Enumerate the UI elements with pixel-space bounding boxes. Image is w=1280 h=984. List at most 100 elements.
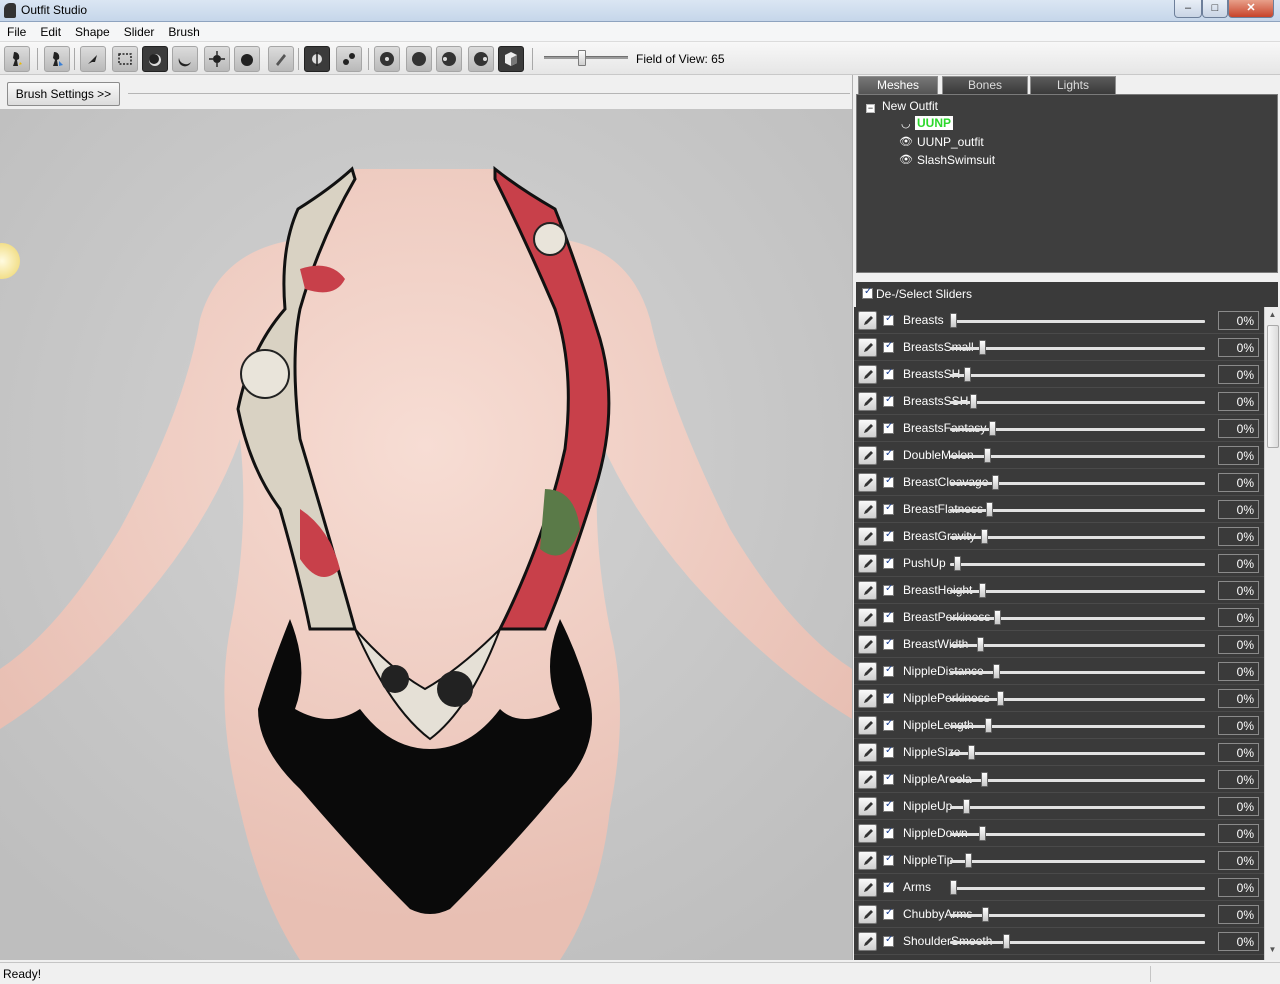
slider-track[interactable] [950,374,1205,377]
slider-thumb[interactable] [994,610,1001,625]
mesh-item-slashswimsuit[interactable]: SlashSwimsuit [917,153,995,167]
minimize-button[interactable]: – [1174,0,1202,18]
mesh-tree[interactable]: − New Outfit ◡ UUNP 👁 UUNP_outfit 👁 Slas… [856,94,1278,273]
move-brush-icon[interactable] [204,46,230,72]
slider-value-field[interactable]: 0% [1218,500,1259,519]
eye-icon[interactable]: 👁 [899,135,913,148]
slider-checkbox[interactable] [883,502,894,515]
slider-checkbox[interactable] [883,637,894,650]
edit-slider-icon[interactable] [858,446,877,465]
mesh-item-uunp[interactable]: UUNP [915,116,954,130]
slider-thumb[interactable] [981,529,988,544]
slider-value-field[interactable]: 0% [1218,419,1259,438]
slider-value-field[interactable]: 0% [1218,392,1259,411]
edit-slider-icon[interactable] [858,527,877,546]
slider-checkbox[interactable] [883,475,894,488]
slider-track[interactable] [950,590,1205,593]
menu-shape[interactable]: Shape [68,22,117,39]
slider-track[interactable] [950,860,1205,863]
slider-track[interactable] [950,887,1205,890]
slider-track[interactable] [950,671,1205,674]
slider-thumb[interactable] [954,556,961,571]
slider-thumb[interactable] [979,340,986,355]
edit-slider-icon[interactable] [858,311,877,330]
slider-thumb[interactable] [963,799,970,814]
slider-value-field[interactable]: 0% [1218,797,1259,816]
slider-track[interactable] [950,563,1205,566]
slider-value-field[interactable]: 0% [1218,311,1259,330]
scrollbar-thumb[interactable] [1267,325,1279,448]
slider-checkbox[interactable] [883,745,894,758]
slider-thumb[interactable] [979,583,986,598]
edit-slider-icon[interactable] [858,905,877,924]
edit-slider-icon[interactable] [858,635,877,654]
menu-slider[interactable]: Slider [117,22,162,39]
tab-bones[interactable]: Bones [942,76,1028,94]
smooth-brush-icon[interactable] [234,46,260,72]
slider-value-field[interactable]: 0% [1218,743,1259,762]
slider-value-field[interactable]: 0% [1218,878,1259,897]
select-brush-icon[interactable] [80,46,106,72]
slider-track[interactable] [950,806,1205,809]
close-button[interactable]: ✕ [1228,0,1274,18]
edit-slider-icon[interactable] [858,608,877,627]
slider-track[interactable] [950,320,1205,323]
slider-thumb[interactable] [968,745,975,760]
slider-thumb[interactable] [992,475,999,490]
scroll-up-icon[interactable]: ▲ [1267,310,1278,322]
slider-checkbox[interactable] [883,313,894,326]
slider-value-field[interactable]: 0% [1218,932,1259,951]
slider-track[interactable] [950,617,1205,620]
edit-slider-icon[interactable] [858,824,877,843]
slider-value-field[interactable]: 0% [1218,338,1259,357]
hidden-eye-icon[interactable]: ◡ [901,117,911,130]
tab-meshes[interactable]: Meshes [858,76,938,94]
slider-scrollbar[interactable]: ▲ ▼ [1264,307,1280,960]
inflate-brush-icon[interactable] [142,46,168,72]
x-mirror-icon[interactable] [304,46,330,72]
scroll-down-icon[interactable]: ▼ [1267,945,1278,957]
slider-track[interactable] [950,482,1205,485]
edit-slider-icon[interactable] [858,797,877,816]
slider-checkbox[interactable] [883,448,894,461]
left-view-icon[interactable] [436,46,462,72]
slider-value-field[interactable]: 0% [1218,527,1259,546]
slider-checkbox[interactable] [883,934,894,947]
slider-thumb[interactable] [977,637,984,652]
slider-value-field[interactable]: 0% [1218,581,1259,600]
slider-thumb[interactable] [986,502,993,517]
slider-thumb[interactable] [985,718,992,733]
edit-slider-icon[interactable] [858,581,877,600]
fov-slider-track[interactable] [544,56,628,59]
menu-file[interactable]: File [0,22,33,39]
brush-settings-button[interactable]: Brush Settings >> [7,82,120,106]
slider-track[interactable] [950,941,1205,944]
slider-checkbox[interactable] [883,340,894,353]
edit-slider-icon[interactable] [858,338,877,357]
menu-brush[interactable]: Brush [161,22,206,39]
slider-value-field[interactable]: 0% [1218,608,1259,627]
edit-slider-icon[interactable] [858,500,877,519]
slider-value-field[interactable]: 0% [1218,554,1259,573]
right-view-icon[interactable] [468,46,494,72]
slider-checkbox[interactable] [883,718,894,731]
slider-track[interactable] [950,833,1205,836]
paint-weight-icon[interactable] [268,46,294,72]
slider-checkbox[interactable] [883,583,894,596]
slider-thumb[interactable] [984,448,991,463]
eye-icon[interactable]: 👁 [899,153,913,166]
slider-thumb[interactable] [970,394,977,409]
slider-checkbox[interactable] [883,880,894,893]
slider-thumb[interactable] [964,367,971,382]
slider-checkbox[interactable] [883,772,894,785]
slider-track[interactable] [950,644,1205,647]
deselect-all-checkbox[interactable] [862,286,873,299]
slider-checkbox[interactable] [883,529,894,542]
slider-checkbox[interactable] [883,853,894,866]
slider-thumb[interactable] [981,772,988,787]
slider-value-field[interactable]: 0% [1218,662,1259,681]
edit-slider-icon[interactable] [858,716,877,735]
edit-slider-icon[interactable] [858,851,877,870]
mesh-item-uunp-outfit[interactable]: UUNP_outfit [917,135,984,149]
slider-thumb[interactable] [997,691,1004,706]
